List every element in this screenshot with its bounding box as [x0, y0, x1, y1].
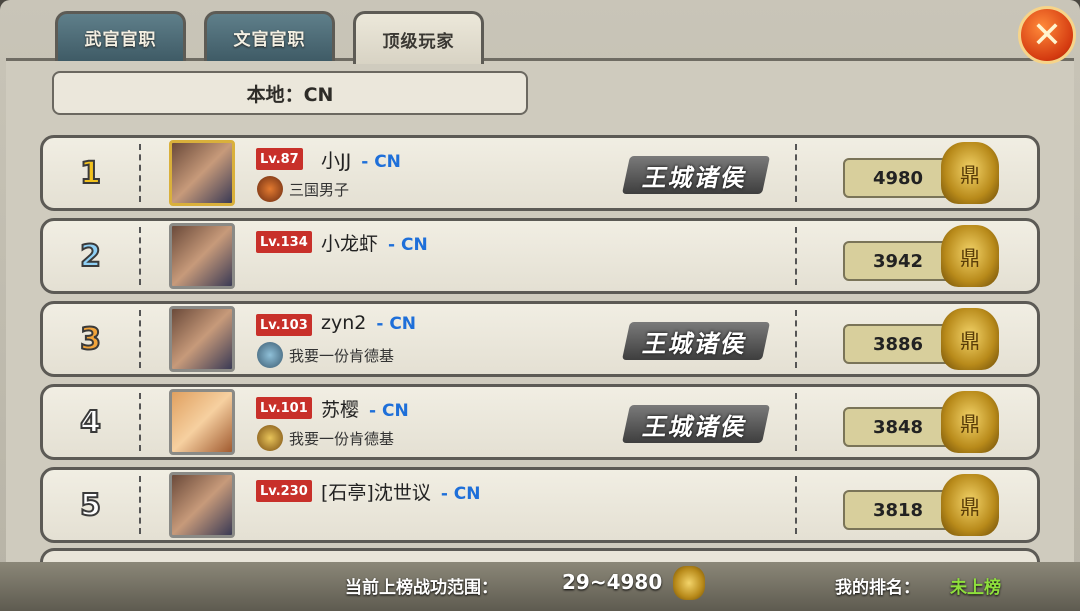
- merit-score: 3848: [843, 407, 953, 447]
- server-tag: - CN: [440, 484, 481, 504]
- merit-range-value: 29~4980: [562, 570, 663, 594]
- title-badge: 王城诸侯: [621, 322, 771, 360]
- divider: [139, 310, 141, 368]
- divider: [795, 476, 797, 534]
- tab-bar: 武官官职 文官官职 顶级玩家: [55, 11, 484, 64]
- leaderboard-row[interactable]: 1 Lv.87 小JJ - CN 三国男子 王城诸侯 4980 鼎: [40, 135, 1040, 211]
- region-label: 本地：CN: [52, 71, 528, 115]
- guild-name: 我要一份肯德基: [289, 347, 395, 365]
- guild-emblem-icon: [257, 342, 283, 368]
- bronze-ding-icon: [673, 566, 705, 600]
- divider: [795, 227, 797, 285]
- merit-score: 4980: [843, 158, 953, 198]
- title-badge: 王城诸侯: [621, 156, 771, 194]
- divider: [795, 310, 797, 368]
- my-rank-label: 我的排名：: [835, 578, 920, 598]
- leaderboard-row[interactable]: 4 Lv.101 苏樱 - CN 我要一份肯德基 王城诸侯 3848 鼎: [40, 384, 1040, 460]
- leaderboard-row[interactable]: 2 Lv.134 小龙虾 - CN 3942 鼎: [40, 218, 1040, 294]
- my-rank-value: 未上榜: [950, 578, 1001, 598]
- divider: [139, 144, 141, 202]
- close-x-icon: ✕: [1031, 14, 1063, 56]
- bronze-ding-icon: 鼎: [941, 474, 999, 536]
- player-name: [石亭]沈世议 - CN: [321, 482, 481, 504]
- player-name: zyn2- CN: [321, 312, 417, 334]
- rank-number: 2: [79, 238, 102, 275]
- bronze-ding-icon: 鼎: [941, 308, 999, 370]
- leaderboard-row[interactable]: 3 Lv.103 zyn2- CN 我要一份肯德基 王城诸侯 3886 鼎: [40, 301, 1040, 377]
- merit-score: 3886: [843, 324, 953, 364]
- rank-number: 1: [79, 155, 102, 192]
- rank-number: 5: [79, 487, 102, 524]
- merit-range-label: 当前上榜战功范围：: [345, 578, 498, 598]
- level-badge: Lv.230: [256, 480, 312, 502]
- divider: [795, 393, 797, 451]
- server-tag: - CN: [361, 152, 401, 172]
- level-badge: Lv.134: [256, 231, 312, 253]
- player-avatar[interactable]: [169, 472, 235, 538]
- merit-score: 3942: [843, 241, 953, 281]
- guild-emblem-icon: [257, 176, 283, 202]
- level-badge: Lv.87: [256, 148, 303, 170]
- guild-emblem-icon: [257, 425, 283, 451]
- guild-name: 我要一份肯德基: [289, 430, 395, 448]
- player-avatar[interactable]: [169, 306, 235, 372]
- guild-name: 三国男子: [289, 181, 350, 199]
- player-avatar[interactable]: [169, 389, 235, 455]
- player-avatar[interactable]: [169, 223, 235, 289]
- tab-top-players[interactable]: 顶级玩家: [353, 11, 484, 64]
- rank-number: 3: [79, 321, 102, 358]
- bronze-ding-icon: 鼎: [941, 391, 999, 453]
- divider: [139, 393, 141, 451]
- tab-civil-officials[interactable]: 文官官职: [204, 11, 335, 61]
- rank-number: 4: [79, 404, 102, 441]
- title-badge: 王城诸侯: [621, 405, 771, 443]
- divider: [795, 144, 797, 202]
- server-tag: - CN: [376, 314, 417, 334]
- tab-military-officials[interactable]: 武官官职: [55, 11, 186, 61]
- player-name: 小JJ - CN: [321, 150, 401, 172]
- divider: [139, 476, 141, 534]
- player-name: 苏樱 - CN: [321, 399, 409, 421]
- close-button[interactable]: ✕: [1018, 6, 1076, 64]
- bronze-ding-icon: 鼎: [941, 142, 999, 204]
- player-avatar[interactable]: [169, 140, 235, 206]
- level-badge: Lv.101: [256, 397, 312, 419]
- player-name: 小龙虾 - CN: [321, 233, 428, 255]
- leaderboard-row[interactable]: 5 Lv.230 [石亭]沈世议 - CN 3818 鼎: [40, 467, 1040, 543]
- bronze-ding-icon: 鼎: [941, 225, 999, 287]
- server-tag: - CN: [388, 235, 428, 255]
- server-tag: - CN: [369, 401, 409, 421]
- divider: [139, 227, 141, 285]
- level-badge: Lv.103: [256, 314, 312, 336]
- merit-score: 3818: [843, 490, 953, 530]
